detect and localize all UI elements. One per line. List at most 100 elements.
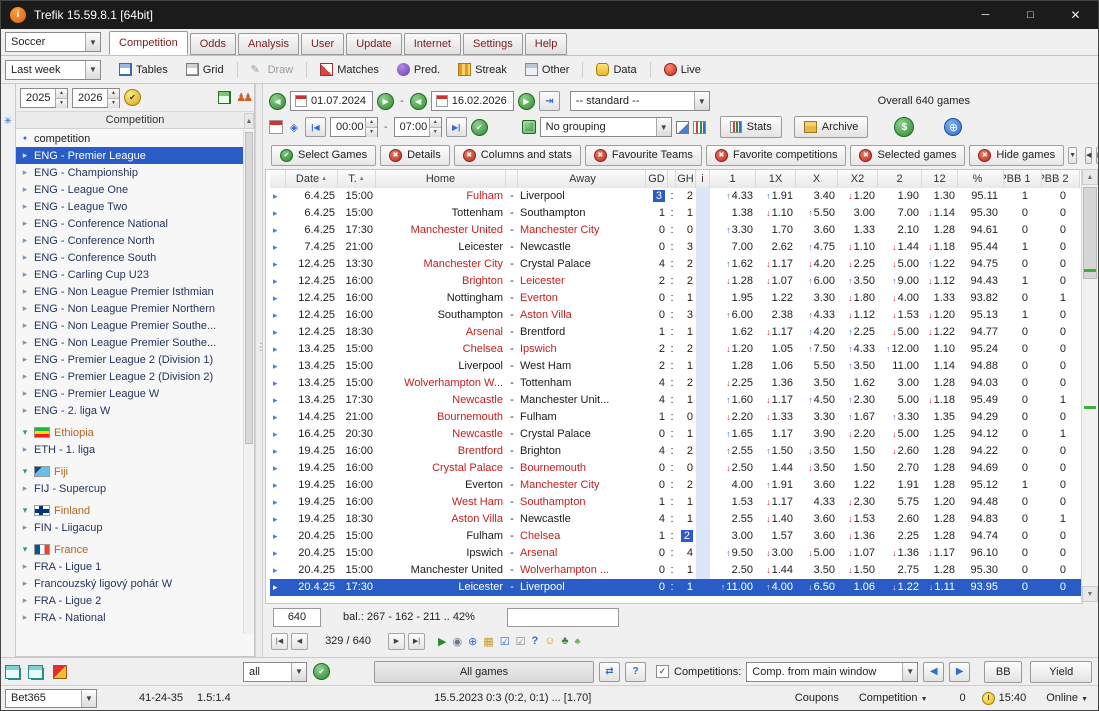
spinner-arrows-icon[interactable]: ▲▼	[107, 89, 119, 107]
bar-chart-icon[interactable]	[693, 121, 706, 134]
archive-button[interactable]: Archive	[794, 116, 869, 138]
toolbar-draw-button[interactable]: Draw	[243, 60, 302, 79]
tree-item-fij-supercup[interactable]: ▸FIJ - Supercup	[16, 480, 243, 497]
tabs-scroll-left-button[interactable]: ◀	[1085, 147, 1092, 164]
tab-help[interactable]: Help	[525, 33, 568, 55]
filter-select-games-button[interactable]: ✔Select Games	[271, 145, 376, 166]
competitions-source-select[interactable]: Comp. from main window ▼	[746, 662, 918, 682]
table-row[interactable]: ▸20.4.2515:00Manchester United-Wolverham…	[270, 562, 1082, 579]
zoom-icon[interactable]: ◉	[452, 635, 462, 648]
checklist-icon[interactable]: ☑	[500, 635, 510, 648]
bookmaker-select[interactable]: Bet365 ▼	[5, 689, 97, 708]
first-record-button[interactable]: |◀	[271, 633, 288, 650]
column-header-date[interactable]: Date▲	[286, 170, 338, 188]
grouping-select[interactable]: No grouping ▼	[540, 117, 672, 137]
day-calendar-icon[interactable]	[269, 120, 283, 134]
expand-arrow-icon[interactable]: ▸	[20, 388, 30, 399]
collapse-arrow-icon[interactable]: ▾	[20, 466, 30, 477]
table-row[interactable]: ▸13.4.2515:00Liverpool-West Ham2:11.281.…	[270, 358, 1082, 375]
comp-next-button[interactable]: ▶	[949, 662, 970, 682]
expand-arrow-icon[interactable]: ▸	[20, 578, 30, 589]
favorites-star-icon[interactable]: ✳	[4, 116, 12, 127]
yield-button[interactable]: Yield	[1030, 661, 1092, 683]
expand-arrow-icon[interactable]: ▸	[20, 337, 30, 348]
apply-time-button[interactable]: ✔	[471, 119, 488, 136]
tree-item-eng-conference-south[interactable]: ▸ENG - Conference South	[16, 249, 243, 266]
spinner-arrows-icon[interactable]: ▲▼	[55, 89, 67, 107]
table-row[interactable]: ▸7.4.2521:00Leicester-Newcastle0:37.002.…	[270, 239, 1082, 256]
table-row[interactable]: ▸12.4.2518:30Arsenal-Brentford1:11.62↓1.…	[270, 324, 1082, 341]
teams-icon[interactable]	[236, 91, 250, 104]
next-record-button[interactable]: ▶	[388, 633, 405, 650]
time-from-spinner[interactable]: 00:00 ▲▼	[330, 117, 378, 137]
toolbar-tables-button[interactable]: Tables	[111, 60, 176, 79]
table-row[interactable]: ▸6.4.2517:30Manchester United-Manchester…	[270, 222, 1082, 239]
collapse-arrow-icon[interactable]: ▾	[20, 505, 30, 516]
filter-favorite-competitions-button[interactable]: ✖Favorite competitions	[706, 145, 847, 166]
toolbar-live-button[interactable]: Live	[656, 60, 709, 79]
filter-details-button[interactable]: ✖Details	[380, 145, 450, 166]
table-row[interactable]: ▸20.4.2515:00Fulham-Chelsea1:23.001.573.…	[270, 528, 1082, 545]
expand-arrow-icon[interactable]: ▸	[20, 235, 30, 246]
table-row[interactable]: ▸19.4.2516:00West Ham-Southampton1:11.53…	[270, 494, 1082, 511]
apply-season-button[interactable]: ✔	[124, 89, 141, 106]
scrollbar-thumb[interactable]	[245, 132, 253, 444]
column-header-bb1[interactable]: ?BB 1	[1004, 170, 1042, 188]
toolbar-other-button[interactable]: Other	[517, 60, 578, 79]
toolbar-pred-button[interactable]: Pred.	[389, 60, 448, 79]
table-row[interactable]: ▸6.4.2515:00Tottenham-Southampton1:11.38…	[270, 205, 1082, 222]
expand-arrow-icon[interactable]: ▸	[20, 303, 30, 314]
tree-item-eng-premier-league[interactable]: ▸ENG - Premier League	[16, 147, 243, 164]
filter-columns-and-stats-button[interactable]: ✖Columns and stats	[454, 145, 581, 166]
smiley-icon[interactable]: ☺	[544, 635, 555, 647]
table-row[interactable]: ▸20.4.2515:00Ipswich-Arsenal0:4↑9.50↓3.0…	[270, 545, 1082, 562]
spinner-arrows-icon[interactable]: ▲▼	[429, 118, 441, 136]
minimize-button[interactable]: ─	[963, 1, 1008, 29]
tree-item-francouzsk-ligov-poh-r-w[interactable]: ▸Francouzský ligový pohár W	[16, 575, 243, 592]
scroll-up-icon[interactable]: ▲	[244, 113, 254, 129]
table-row[interactable]: ▸13.4.2517:30Newcastle-Manchester Unit..…	[270, 392, 1082, 409]
date-from-field[interactable]: 01.07.2024	[290, 91, 373, 111]
quick-help-button[interactable]: ?	[625, 662, 646, 682]
tree-country-france[interactable]: ▾France	[16, 541, 243, 558]
table-row[interactable]: ▸12.4.2516:00Brighton-Leicester2:2↓1.28↓…	[270, 273, 1082, 290]
column-header-away[interactable]: Away	[518, 170, 646, 188]
expand-arrow-icon[interactable]: ▸	[20, 286, 30, 297]
tree-item-eng-conference-national[interactable]: ▸ENG - Conference National	[16, 215, 243, 232]
scroll-down-icon[interactable]: ▼	[1082, 586, 1098, 602]
money-button[interactable]: $	[894, 117, 914, 137]
time-to-spinner[interactable]: 07:00 ▲▼	[394, 117, 442, 137]
expand-arrow-icon[interactable]: ▸	[20, 522, 30, 533]
tab-user[interactable]: User	[301, 33, 344, 55]
column-header-bb2[interactable]: ?BB 2	[1042, 170, 1080, 188]
table-row[interactable]: ▸12.4.2513:30Manchester City-Crystal Pal…	[270, 256, 1082, 273]
tree-item-eng-2-liga-w[interactable]: ▸ENG - 2. liga W	[16, 402, 243, 419]
column-header-1[interactable]: 1	[710, 170, 756, 188]
column-header-home[interactable]: Home	[376, 170, 506, 188]
expand-arrow-icon[interactable]: ▸	[20, 252, 30, 263]
panel-splitter[interactable]: ⋮	[255, 84, 263, 657]
competitions-checkbox[interactable]: ✓	[656, 665, 669, 678]
date-from-next-button[interactable]: ▶	[377, 93, 394, 110]
column-header-i[interactable]: i	[696, 170, 710, 188]
expand-arrow-icon[interactable]: ▸	[20, 612, 30, 623]
column-header-time[interactable]: T.▲	[338, 170, 376, 188]
preset-select[interactable]: -- standard -- ▼	[570, 91, 710, 111]
expand-arrow-icon[interactable]: ▸	[20, 561, 30, 572]
apply-games-filter-button[interactable]: ✔	[313, 663, 330, 680]
table-row[interactable]: ▸19.4.2518:30Aston Villa-Newcastle4:12.5…	[270, 511, 1082, 528]
expand-arrow-icon[interactable]: ▸	[20, 184, 30, 195]
scrollbar-thumb[interactable]	[1083, 187, 1097, 279]
tree-item-eng-league-one[interactable]: ▸ENG - League One	[16, 181, 243, 198]
tree-item-eng-non-league-premier-southe[interactable]: ▸ENG - Non League Premier Southe...	[16, 334, 243, 351]
comp-prev-button[interactable]: ◀	[923, 662, 944, 682]
season-table-icon[interactable]	[218, 91, 231, 104]
column-header-1x[interactable]: 1X	[756, 170, 796, 188]
tree-item-eng-conference-north[interactable]: ▸ENG - Conference North	[16, 232, 243, 249]
column-header-pct[interactable]: %	[958, 170, 1004, 188]
table-row[interactable]: ▸14.4.2521:00Bournemouth-Fulham1:0↓2.20↓…	[270, 409, 1082, 426]
tree-item-eng-premier-league-2-division-1[interactable]: ▸ENG - Premier League 2 (Division 1)	[16, 351, 243, 368]
tree-item-competition[interactable]: ●competition	[16, 130, 243, 147]
expand-arrow-icon[interactable]: ▸	[20, 483, 30, 494]
globe-button[interactable]: ⊕	[944, 118, 962, 136]
